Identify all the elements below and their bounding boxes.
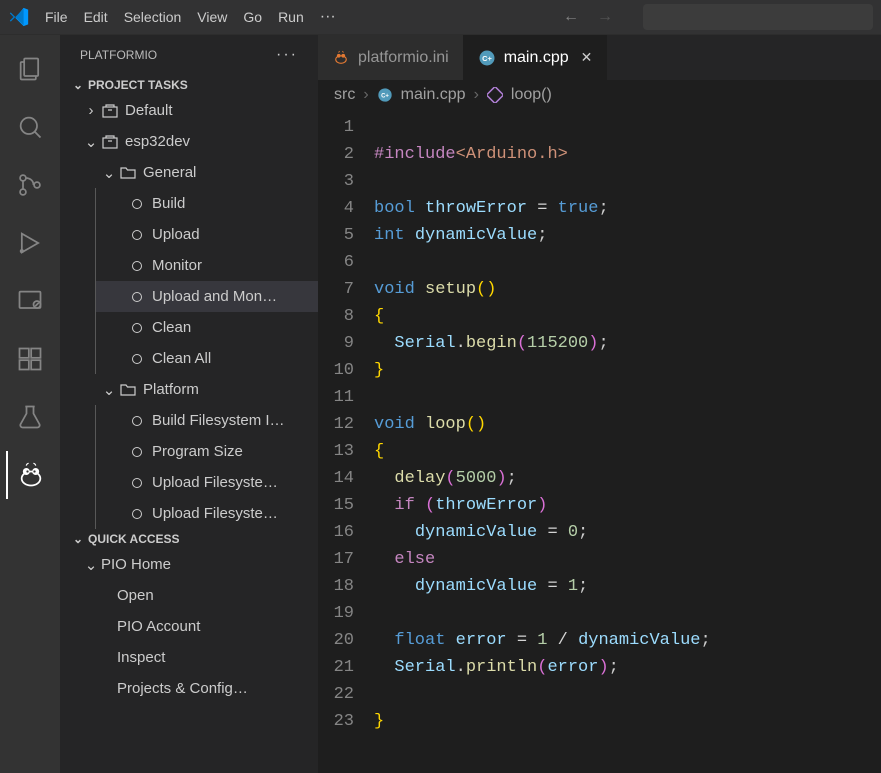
bullet-icon <box>132 416 142 426</box>
bullet-icon <box>132 478 142 488</box>
task-upload-filesystem-2[interactable]: Upload Filesyste… <box>96 498 318 529</box>
sidebar-title: PLATFORMIO <box>80 48 157 62</box>
task-group-platform[interactable]: ⌄ Platform <box>65 374 318 405</box>
bullet-icon <box>132 509 142 519</box>
task-upload-filesystem-1[interactable]: Upload Filesyste… <box>96 467 318 498</box>
task-monitor[interactable]: Monitor <box>96 250 318 281</box>
menu-selection[interactable]: Selection <box>124 9 182 25</box>
bullet-icon <box>132 447 142 457</box>
sidebar-panel: PLATFORMIO ··· ⌄ PROJECT TASKS › Default… <box>60 35 318 773</box>
svg-text:C+: C+ <box>381 94 389 100</box>
menu-file[interactable]: File <box>45 9 68 25</box>
tab-platformio-ini[interactable]: platformio.ini <box>318 35 464 80</box>
chevron-down-icon: ⌄ <box>70 532 86 546</box>
menu-run[interactable]: Run <box>278 9 304 25</box>
chevron-right-icon: › <box>474 86 479 104</box>
task-env-default[interactable]: › Default <box>65 95 318 126</box>
run-debug-icon[interactable] <box>6 219 54 267</box>
editor-tabs: platformio.ini C+ main.cpp ✕ <box>318 35 881 80</box>
tab-close-icon[interactable]: ✕ <box>581 49 593 66</box>
menu-bar: File Edit Selection View Go Run ··· <box>45 8 336 26</box>
remote-icon[interactable] <box>6 277 54 325</box>
bullet-icon <box>132 292 142 302</box>
folder-icon <box>119 166 137 179</box>
task-build-filesystem[interactable]: Build Filesystem I… <box>96 405 318 436</box>
editor-region: platformio.ini C+ main.cpp ✕ src › C+ ma… <box>318 35 881 773</box>
activity-bar <box>0 35 60 773</box>
chevron-down-icon: ⌄ <box>101 164 117 182</box>
menu-view[interactable]: View <box>197 9 227 25</box>
task-program-size[interactable]: Program Size <box>96 436 318 467</box>
nav-back-icon[interactable]: ← <box>563 8 579 26</box>
source-control-icon[interactable] <box>6 161 54 209</box>
chevron-right-icon: › <box>363 86 368 104</box>
pio-open[interactable]: Open <box>81 580 318 611</box>
code-editor[interactable]: 1234567891011121314151617181920212223 #i… <box>318 110 881 773</box>
chevron-down-icon: ⌄ <box>83 133 99 151</box>
pio-home-group[interactable]: ⌄ PIO Home <box>65 549 318 580</box>
extensions-icon[interactable] <box>6 335 54 383</box>
bullet-icon <box>132 323 142 333</box>
nav-forward-icon[interactable]: → <box>597 8 613 26</box>
task-clean[interactable]: Clean <box>96 312 318 343</box>
bullet-icon <box>132 230 142 240</box>
section-quick-access[interactable]: ⌄ QUICK ACCESS <box>60 529 318 549</box>
svg-text:C+: C+ <box>482 54 492 63</box>
code-content[interactable]: #include<Arduino.h> bool throwError = tr… <box>374 110 881 773</box>
task-build[interactable]: Build <box>96 188 318 219</box>
pio-projects-config[interactable]: Projects & Config… <box>81 673 318 704</box>
section-project-tasks[interactable]: ⌄ PROJECT TASKS <box>60 75 318 95</box>
platformio-icon[interactable] <box>6 451 54 499</box>
breadcrumb[interactable]: src › C+ main.cpp › loop() <box>318 80 881 110</box>
bullet-icon <box>132 199 142 209</box>
breadcrumb-folder[interactable]: src <box>334 86 355 104</box>
task-upload[interactable]: Upload <box>96 219 318 250</box>
pio-inspect[interactable]: Inspect <box>81 642 318 673</box>
line-numbers: 1234567891011121314151617181920212223 <box>318 110 374 773</box>
task-group-general[interactable]: ⌄ General <box>65 157 318 188</box>
bullet-icon <box>132 261 142 271</box>
testing-icon[interactable] <box>6 393 54 441</box>
cpp-file-icon: C+ <box>478 49 496 67</box>
chevron-right-icon: › <box>83 102 99 119</box>
menu-edit[interactable]: Edit <box>84 9 108 25</box>
tab-main-cpp[interactable]: C+ main.cpp ✕ <box>464 35 608 80</box>
cpp-file-icon: C+ <box>377 87 393 103</box>
chevron-down-icon: ⌄ <box>83 556 99 574</box>
folder-icon <box>119 383 137 396</box>
task-upload-and-monitor[interactable]: Upload and Mon… <box>96 281 318 312</box>
menu-overflow-icon[interactable]: ··· <box>320 8 336 26</box>
sidebar-more-icon[interactable]: ··· <box>276 46 298 64</box>
task-env-esp32dev[interactable]: ⌄ esp32dev <box>65 126 318 157</box>
project-icon <box>101 135 119 149</box>
command-center-search[interactable] <box>643 4 873 30</box>
menu-go[interactable]: Go <box>243 9 262 25</box>
title-bar: File Edit Selection View Go Run ··· ← → <box>0 0 881 35</box>
chevron-down-icon: ⌄ <box>70 78 86 92</box>
search-icon[interactable] <box>6 103 54 151</box>
task-clean-all[interactable]: Clean All <box>96 343 318 374</box>
pio-account[interactable]: PIO Account <box>81 611 318 642</box>
project-icon <box>101 104 119 118</box>
bullet-icon <box>132 354 142 364</box>
breadcrumb-symbol[interactable]: loop() <box>511 86 552 104</box>
explorer-icon[interactable] <box>6 45 54 93</box>
vscode-logo-icon <box>8 6 30 28</box>
platformio-file-icon <box>332 49 350 67</box>
chevron-down-icon: ⌄ <box>101 381 117 399</box>
symbol-icon <box>487 87 503 103</box>
breadcrumb-file[interactable]: main.cpp <box>401 86 466 104</box>
